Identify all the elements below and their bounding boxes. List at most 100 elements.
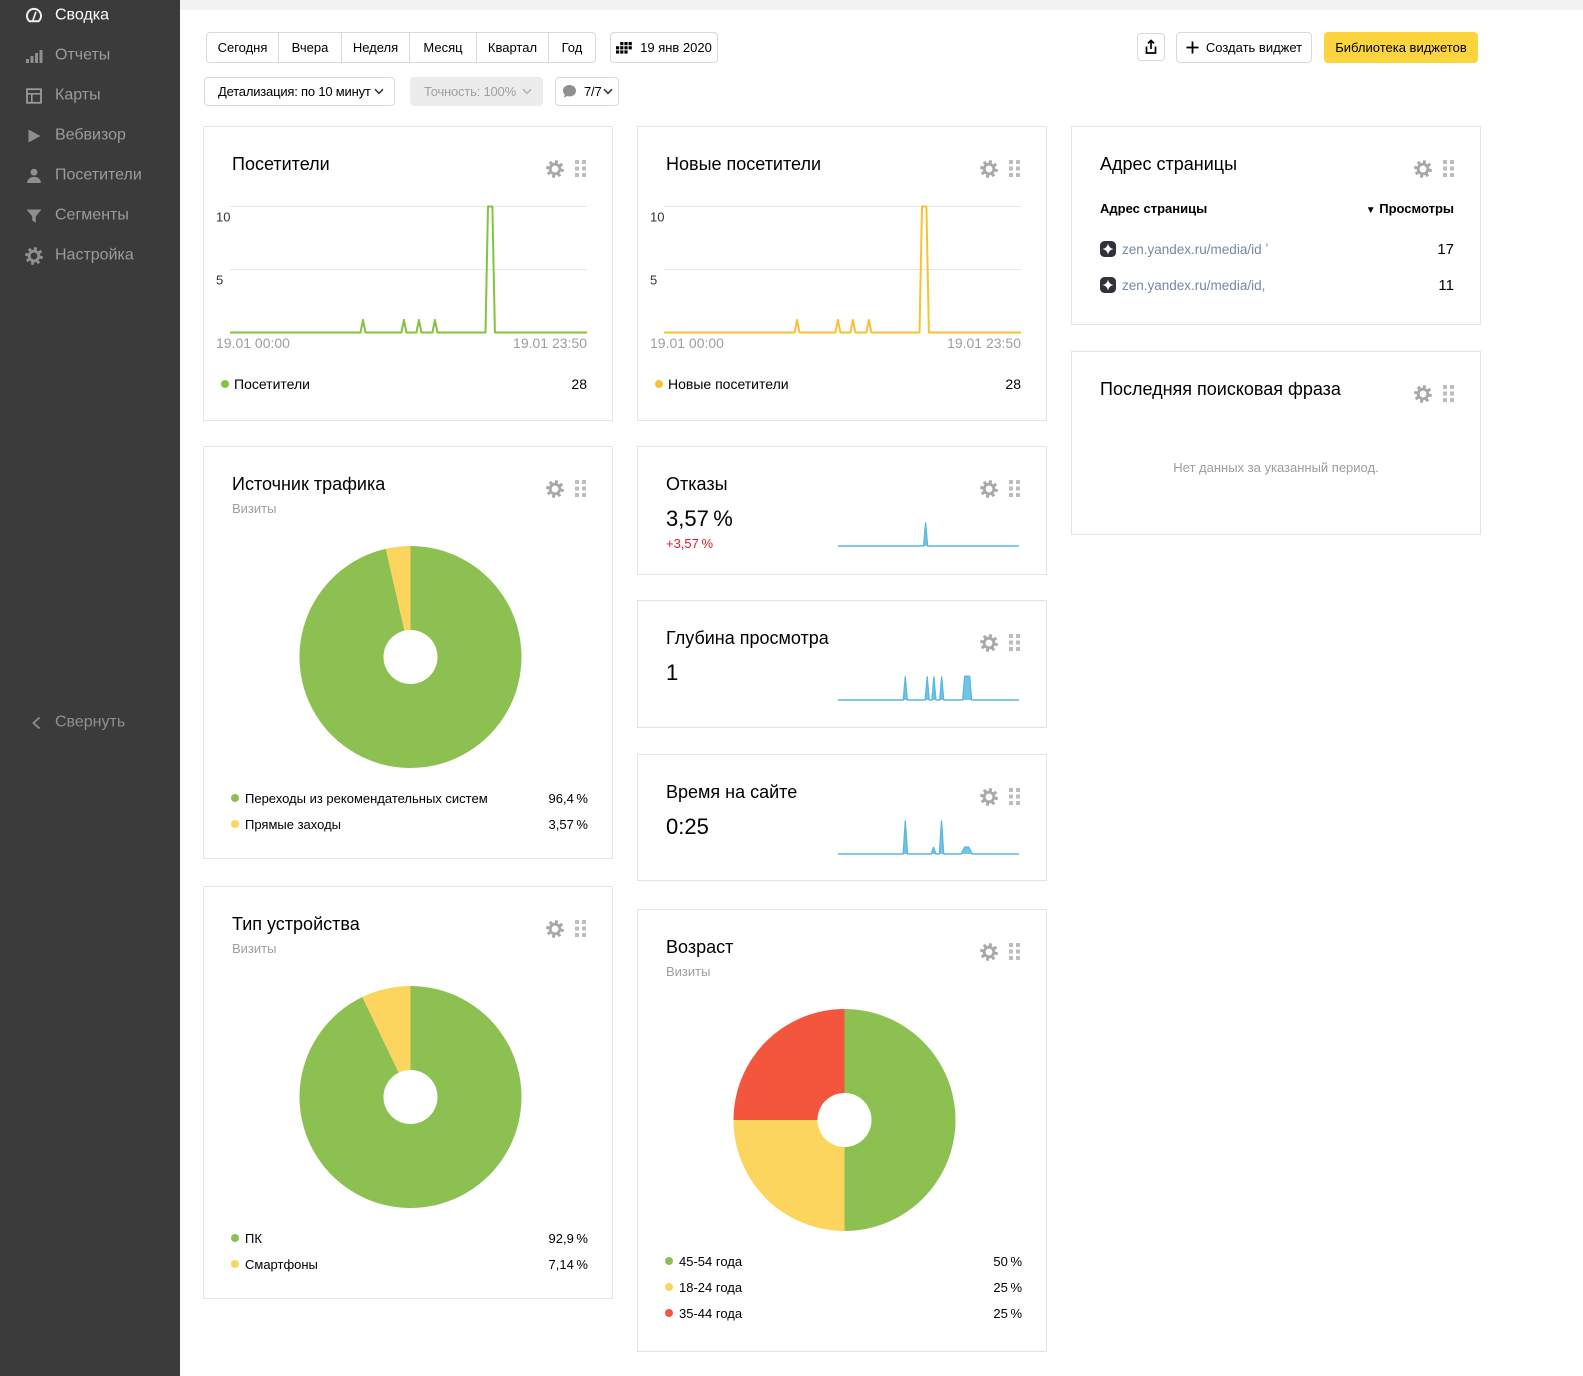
widget-drag-handle-icon[interactable] bbox=[575, 920, 586, 937]
widget-drag-handle-icon[interactable] bbox=[1009, 480, 1020, 497]
sidebar-item-label: Отчеты bbox=[55, 47, 110, 65]
widget-drag-handle-icon[interactable] bbox=[1443, 385, 1454, 402]
period-segmented-control: Сегодня Вчера Неделя Месяц Квартал Год bbox=[206, 32, 596, 63]
column-header-url: Адрес страницы bbox=[1100, 201, 1207, 216]
widget-new-visitors: 10519.01 00:0019.01 23:50 Новые посетите… bbox=[637, 126, 1047, 421]
widget-title: Адрес страницы bbox=[1100, 154, 1237, 175]
widget-settings-gear-icon[interactable] bbox=[980, 480, 998, 498]
page-url-link[interactable]: zen.yandex.ru/media/id ʼ bbox=[1122, 242, 1268, 257]
legend-row: ПК 92,9 % bbox=[231, 1225, 588, 1251]
sidebar-item-summary[interactable]: Сводка bbox=[0, 0, 180, 36]
widget-settings-gear-icon[interactable] bbox=[1414, 385, 1432, 403]
svg-text:10: 10 bbox=[650, 210, 664, 225]
widget-drag-handle-icon[interactable] bbox=[1009, 943, 1020, 960]
sidebar-item-webvisor[interactable]: Вебвизор bbox=[0, 116, 180, 156]
legend-label: Новые посетители bbox=[668, 376, 789, 392]
views-count: 11 bbox=[1438, 277, 1454, 294]
period-button-yesterday[interactable]: Вчера bbox=[279, 33, 342, 62]
widget-drag-handle-icon[interactable] bbox=[1009, 160, 1020, 177]
legend-dot bbox=[231, 1234, 239, 1242]
date-picker-button[interactable]: 19 янв 2020 bbox=[610, 32, 718, 63]
precision-dropdown[interactable]: Точность: 100% bbox=[410, 77, 543, 106]
legend-value: 50 % bbox=[993, 1254, 1022, 1269]
legend-label: ПК bbox=[245, 1231, 262, 1246]
widget-settings-gear-icon[interactable] bbox=[980, 788, 998, 806]
widget-library-button[interactable]: Библиотека виджетов bbox=[1324, 32, 1478, 63]
legend-label: 18-24 года bbox=[679, 1280, 742, 1295]
widget-settings-gear-icon[interactable] bbox=[546, 480, 564, 498]
widget-time-on-site: Время на сайте 0:25 bbox=[637, 754, 1047, 881]
chart-legend: ПК 92,9 % Смартфоны 7,14 % bbox=[231, 1225, 588, 1277]
widget-title: Отказы bbox=[666, 474, 728, 495]
metric-delta: +3,57 % bbox=[666, 536, 713, 551]
chevron-down-icon bbox=[374, 88, 384, 95]
precision-dropdown-label: Точность: 100% bbox=[424, 84, 516, 99]
detail-dropdown[interactable]: Детализация: по 10 минут bbox=[204, 77, 395, 106]
top-strip bbox=[180, 0, 1583, 10]
chevron-down-icon bbox=[522, 88, 532, 95]
widget-settings-gear-icon[interactable] bbox=[546, 920, 564, 938]
widget-settings-gear-icon[interactable] bbox=[980, 634, 998, 652]
bar-chart-icon bbox=[25, 47, 43, 65]
widget-age: Возраст Визиты 45-54 года 50 % 18-24 год… bbox=[637, 909, 1047, 1352]
legend-label: Прямые заходы bbox=[245, 817, 341, 832]
widget-settings-gear-icon[interactable] bbox=[1414, 160, 1432, 178]
widget-title: Источник трафика bbox=[232, 474, 385, 495]
widget-settings-gear-icon[interactable] bbox=[980, 943, 998, 961]
widget-settings-gear-icon[interactable] bbox=[980, 160, 998, 178]
chart-legend: 45-54 года 50 % 18-24 года 25 % 35-44 го… bbox=[665, 1248, 1022, 1326]
period-button-week[interactable]: Неделя bbox=[342, 33, 410, 62]
zen-favicon-icon bbox=[1100, 277, 1116, 293]
sidebar-item-segments[interactable]: Сегменты bbox=[0, 196, 180, 236]
sidebar: Сводка Отчеты Карты Вебвизор Посетители bbox=[0, 0, 180, 1376]
widget-drag-handle-icon[interactable] bbox=[575, 160, 586, 177]
layout-icon bbox=[25, 87, 43, 105]
sidebar-item-label: Сегменты bbox=[55, 207, 129, 225]
widget-settings-gear-icon[interactable] bbox=[546, 160, 564, 178]
chevron-left-icon bbox=[28, 714, 46, 732]
detail-dropdown-label: Детализация: по 10 минут bbox=[218, 84, 371, 99]
widget-device-type: Тип устройства Визиты ПК 92,9 % Смартфон… bbox=[203, 886, 613, 1299]
sidebar-item-maps[interactable]: Карты bbox=[0, 76, 180, 116]
speedometer-icon bbox=[25, 7, 43, 25]
svg-text:5: 5 bbox=[650, 273, 657, 288]
sidebar-item-settings[interactable]: Настройка bbox=[0, 236, 180, 276]
page-url-link[interactable]: zen.yandex.ru/media/id, bbox=[1122, 278, 1265, 293]
page-depth-sparkline bbox=[638, 601, 1046, 727]
no-data-message: Нет данных за указанный период. bbox=[1072, 460, 1480, 475]
period-button-year[interactable]: Год bbox=[549, 33, 595, 62]
legend-value: 3,57 % bbox=[549, 817, 588, 832]
create-widget-label: Создать виджет bbox=[1206, 40, 1302, 55]
sidebar-item-visitors[interactable]: Посетители bbox=[0, 156, 180, 196]
svg-text:10: 10 bbox=[216, 210, 230, 225]
period-button-month[interactable]: Месяц bbox=[410, 33, 477, 62]
legend-dot bbox=[665, 1309, 673, 1317]
sort-desc-icon: ▼ bbox=[1366, 205, 1376, 216]
legend-row: Смартфоны 7,14 % bbox=[231, 1251, 588, 1277]
legend-label: Смартфоны bbox=[245, 1257, 318, 1272]
table-row: zen.yandex.ru/media/id, 11 bbox=[1100, 277, 1454, 293]
export-button[interactable] bbox=[1137, 33, 1165, 61]
widget-bounce-rate: Отказы 3,57 % +3,57 % bbox=[637, 446, 1047, 575]
sidebar-collapse-button[interactable]: Свернуть bbox=[0, 703, 180, 743]
period-button-today[interactable]: Сегодня bbox=[207, 33, 279, 62]
legend-value: 25 % bbox=[993, 1306, 1022, 1321]
metric-value: 0:25 bbox=[666, 814, 709, 840]
legend-value: 7,14 % bbox=[549, 1257, 588, 1272]
sidebar-item-reports[interactable]: Отчеты bbox=[0, 36, 180, 76]
widget-drag-handle-icon[interactable] bbox=[1009, 634, 1020, 651]
plus-icon bbox=[1186, 41, 1199, 54]
legend-label: 35-44 года bbox=[679, 1306, 742, 1321]
widget-drag-handle-icon[interactable] bbox=[1443, 160, 1454, 177]
legend-row: Переходы из рекомендательных систем 96,4… bbox=[231, 785, 588, 811]
legend-label: Переходы из рекомендательных систем bbox=[245, 791, 488, 806]
period-button-quarter[interactable]: Квартал bbox=[477, 33, 549, 62]
create-widget-button[interactable]: Создать виджет bbox=[1176, 32, 1312, 63]
widget-drag-handle-icon[interactable] bbox=[1009, 788, 1020, 805]
funnel-icon bbox=[25, 207, 43, 225]
metric-value: 1 bbox=[666, 660, 678, 686]
person-icon bbox=[25, 167, 43, 185]
comments-dropdown[interactable]: 7/7 bbox=[555, 77, 619, 106]
column-header-views[interactable]: ▼ Просмотры bbox=[1366, 201, 1454, 216]
widget-drag-handle-icon[interactable] bbox=[575, 480, 586, 497]
